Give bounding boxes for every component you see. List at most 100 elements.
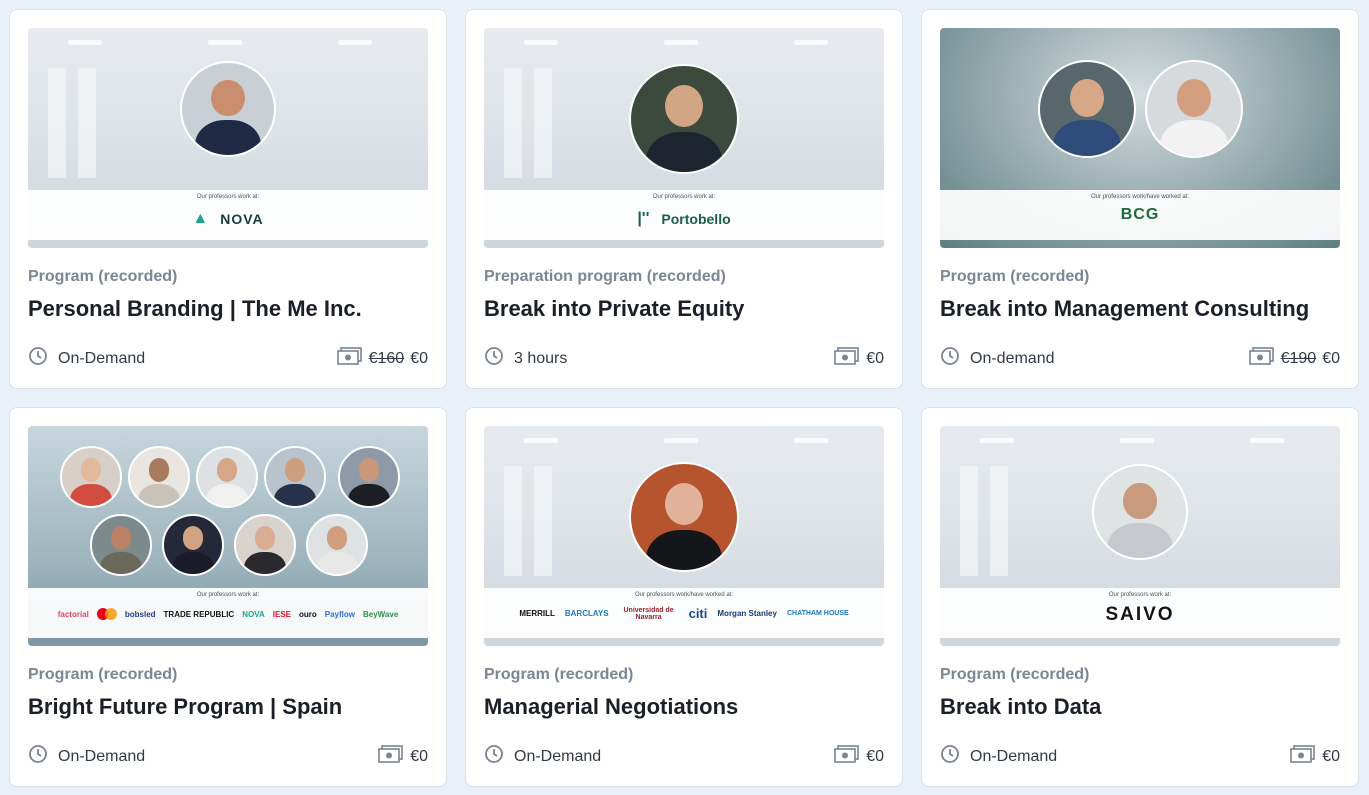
- course-meta: 3 hours €0: [484, 346, 884, 368]
- employer-logo: BCG: [1120, 206, 1160, 223]
- course-duration: On-Demand: [58, 747, 146, 765]
- course-old-price: €160: [368, 349, 405, 367]
- professor-photo: [1145, 60, 1243, 158]
- course-title[interactable]: Personal Branding | The Me Inc.: [28, 296, 362, 322]
- portobello-logo-icon: |'': [637, 210, 650, 227]
- course-category: Program (recorded): [28, 268, 178, 285]
- partner-logo: NOVA: [242, 609, 265, 619]
- employer-strip: Our professors work at: ▲ NOVA: [28, 190, 428, 240]
- clock-icon: [484, 346, 504, 371]
- employer-strip: Our professors work at: SAIVO: [940, 588, 1340, 638]
- clock-icon: [28, 346, 48, 371]
- professor-photo: [196, 446, 258, 508]
- professor-photo: [60, 446, 122, 508]
- professor-photo: [234, 514, 296, 576]
- partner-logo: MERRILL: [519, 609, 555, 618]
- partner-logo: Morgan Stanley: [717, 609, 777, 618]
- professor-photo: [162, 514, 224, 576]
- strip-caption: Our professors work at:: [196, 194, 260, 200]
- strip-caption: Our professors work at:: [196, 592, 260, 598]
- course-duration: On-Demand: [970, 747, 1058, 765]
- partner-logo: factorial: [57, 609, 89, 619]
- money-icon: [336, 346, 363, 371]
- course-thumbnail: Our professors work/have worked at: BCG: [940, 28, 1340, 248]
- employer-strip: Our professors work/have worked at: BCG: [940, 190, 1340, 240]
- course-title[interactable]: Break into Management Consulting: [940, 296, 1309, 322]
- course-thumbnail: Our professors work at: factorial bobsle…: [28, 426, 428, 646]
- course-duration: On-demand: [970, 349, 1055, 367]
- professor-photo: [128, 446, 190, 508]
- employer-logo: NOVA: [220, 211, 264, 227]
- course-meta: On-Demand €0: [484, 744, 884, 766]
- professor-photo: [629, 462, 739, 572]
- employer-logo: SAIVO: [1105, 604, 1175, 625]
- course-card-break-into-data[interactable]: Our professors work at: SAIVO Program (r…: [921, 407, 1359, 787]
- professor-photo: [180, 61, 276, 157]
- course-title[interactable]: Break into Data: [940, 694, 1101, 720]
- strip-caption: Our professors work/have worked at:: [634, 592, 734, 598]
- money-icon: [378, 744, 404, 769]
- course-meta: On-Demand €0: [940, 744, 1340, 766]
- clock-icon: [940, 744, 960, 769]
- employer-logo: Portobello: [661, 211, 731, 227]
- nova-logo-icon: ▲: [192, 210, 209, 227]
- partner-logo: TRADE REPUBLIC: [163, 609, 235, 619]
- strip-caption: Our professors work/have worked at:: [1090, 194, 1190, 200]
- course-category: Program (recorded): [484, 666, 634, 683]
- course-grid: Our professors work at: ▲ NOVA Program (…: [9, 9, 1359, 787]
- course-card-bright-future[interactable]: Our professors work at: factorial bobsle…: [9, 407, 447, 787]
- course-card-managerial-negotiations[interactable]: Our professors work/have worked at: MERR…: [465, 407, 903, 787]
- course-category: Preparation program (recorded): [484, 268, 726, 285]
- course-price: €0: [866, 747, 884, 765]
- course-title[interactable]: Break into Private Equity: [484, 296, 744, 322]
- clock-icon: [28, 744, 48, 769]
- partner-logo: Payflow: [324, 609, 355, 619]
- employer-strip: Our professors work/have worked at: MERR…: [484, 588, 884, 638]
- course-category: Program (recorded): [28, 666, 178, 683]
- clock-icon: [484, 744, 504, 769]
- strip-caption: Our professors work at:: [652, 194, 716, 200]
- course-thumbnail: Our professors work at: |'' Portobello: [484, 28, 884, 248]
- course-thumbnail: Our professors work at: ▲ NOVA: [28, 28, 428, 248]
- course-duration: 3 hours: [514, 349, 568, 367]
- course-title[interactable]: Bright Future Program | Spain: [28, 694, 342, 720]
- course-old-price: €190: [1280, 349, 1317, 367]
- money-icon: [834, 346, 860, 371]
- mastercard-logo-icon: [96, 608, 117, 620]
- strip-caption: Our professors work at:: [1108, 592, 1172, 598]
- professor-photo: [629, 64, 739, 174]
- course-meta: On-Demand €0: [28, 744, 428, 766]
- money-icon: [834, 744, 860, 769]
- partner-logo: BeyWave: [362, 609, 399, 619]
- partner-logo: bobsled: [124, 609, 156, 619]
- partner-logo: citi: [688, 606, 708, 621]
- course-duration: On-Demand: [514, 747, 602, 765]
- employer-strip: Our professors work at: |'' Portobello: [484, 190, 884, 240]
- course-card-personal-branding[interactable]: Our professors work at: ▲ NOVA Program (…: [9, 9, 447, 389]
- money-icon: [1248, 346, 1275, 371]
- course-thumbnail: Our professors work at: SAIVO: [940, 426, 1340, 646]
- professor-photo: [338, 446, 400, 508]
- partner-logo: BARCLAYS: [564, 609, 609, 618]
- course-price: €0: [410, 349, 428, 367]
- course-meta: On-demand €190 €0: [940, 346, 1340, 368]
- partner-logo: IESE: [272, 609, 291, 619]
- professor-photo: [1038, 60, 1136, 158]
- partner-logo: CHATHAM HOUSE: [786, 610, 849, 617]
- clock-icon: [940, 346, 960, 371]
- partner-logo: Universidad de Navarra: [623, 606, 674, 621]
- professor-photo: [1092, 464, 1188, 560]
- course-category: Program (recorded): [940, 666, 1090, 683]
- course-thumbnail: Our professors work/have worked at: MERR…: [484, 426, 884, 646]
- course-price: €0: [866, 349, 884, 367]
- course-card-private-equity[interactable]: Our professors work at: |'' Portobello P…: [465, 9, 903, 389]
- course-title[interactable]: Managerial Negotiations: [484, 694, 738, 720]
- course-price: €0: [1322, 747, 1340, 765]
- course-category: Program (recorded): [940, 268, 1090, 285]
- professor-photo: [90, 514, 152, 576]
- course-price: €0: [1322, 349, 1340, 367]
- course-card-management-consulting[interactable]: Our professors work/have worked at: BCG …: [921, 9, 1359, 389]
- employer-strip: Our professors work at: factorial bobsle…: [28, 588, 428, 638]
- course-price: €0: [410, 747, 428, 765]
- professor-photo: [264, 446, 326, 508]
